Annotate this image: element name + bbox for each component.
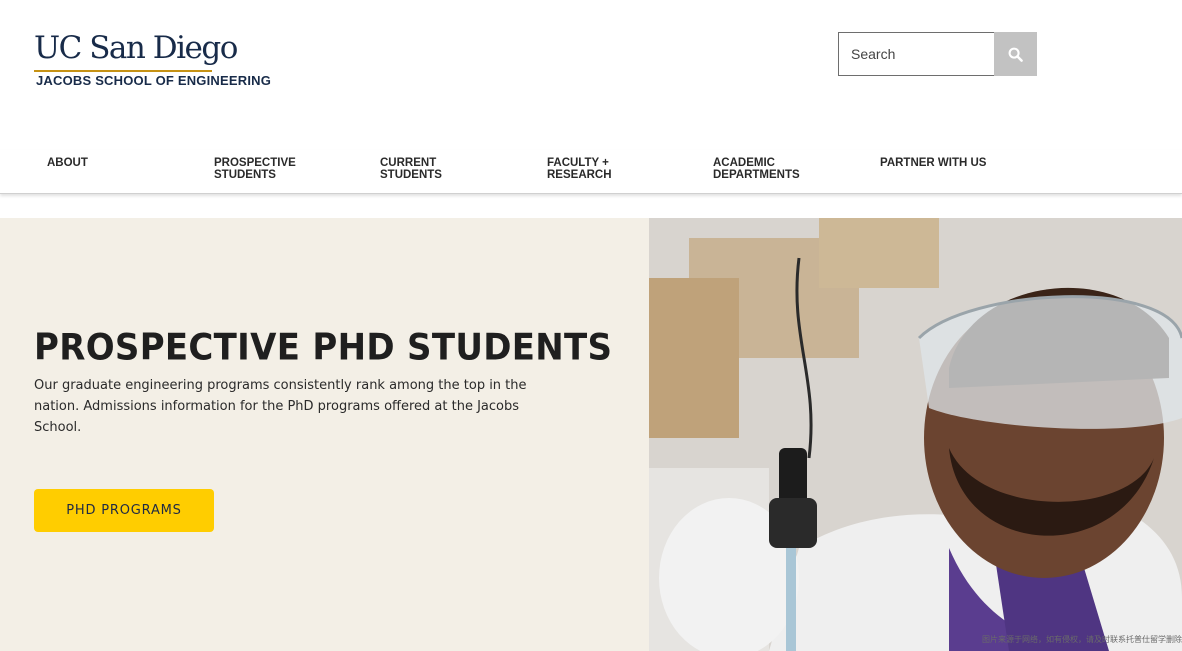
image-watermark: 图片来源于网络，如有侵权，请及时联系托普仕留学删除 bbox=[982, 635, 1182, 644]
search-icon bbox=[1008, 47, 1023, 62]
nav-item-faculty-research[interactable]: FACULTY + RESEARCH bbox=[547, 157, 627, 181]
main-nav: ABOUT PROSPECTIVE STUDENTS CURRENT STUDE… bbox=[0, 150, 1182, 194]
nav-item-current-students[interactable]: CURRENT STUDENTS bbox=[380, 157, 460, 181]
hero-photo-researcher: 图片来源于网络，如有侵权，请及时联系托普仕留学删除 bbox=[649, 218, 1182, 651]
hero-title: PROSPECTIVE PHD STUDENTS bbox=[34, 326, 613, 370]
researcher-illustration bbox=[649, 218, 1182, 651]
logo-school-name: JACOBS SCHOOL OF ENGINEERING bbox=[36, 73, 272, 88]
logo-rule bbox=[34, 70, 212, 72]
phd-programs-button[interactable]: PHD PROGRAMS bbox=[34, 489, 214, 532]
logo-wordmark: UC San Diego bbox=[34, 30, 238, 66]
ucsd-jacobs-logo[interactable]: UC San Diego JACOBS SCHOOL OF ENGINEERIN… bbox=[34, 30, 274, 90]
nav-item-about[interactable]: ABOUT bbox=[47, 157, 167, 169]
hero-section: PROSPECTIVE PHD STUDENTS Our graduate en… bbox=[0, 218, 1182, 651]
nav-item-prospective-students[interactable]: PROSPECTIVE STUDENTS bbox=[214, 157, 314, 181]
nav-item-academic-departments[interactable]: ACADEMIC DEPARTMENTS bbox=[713, 157, 813, 181]
search-form bbox=[838, 32, 1037, 76]
search-button[interactable] bbox=[994, 32, 1037, 76]
search-input[interactable] bbox=[838, 32, 994, 76]
hero-description: Our graduate engineering programs consis… bbox=[34, 378, 527, 435]
nav-item-partner-with-us[interactable]: PARTNER WITH US bbox=[880, 157, 1020, 169]
